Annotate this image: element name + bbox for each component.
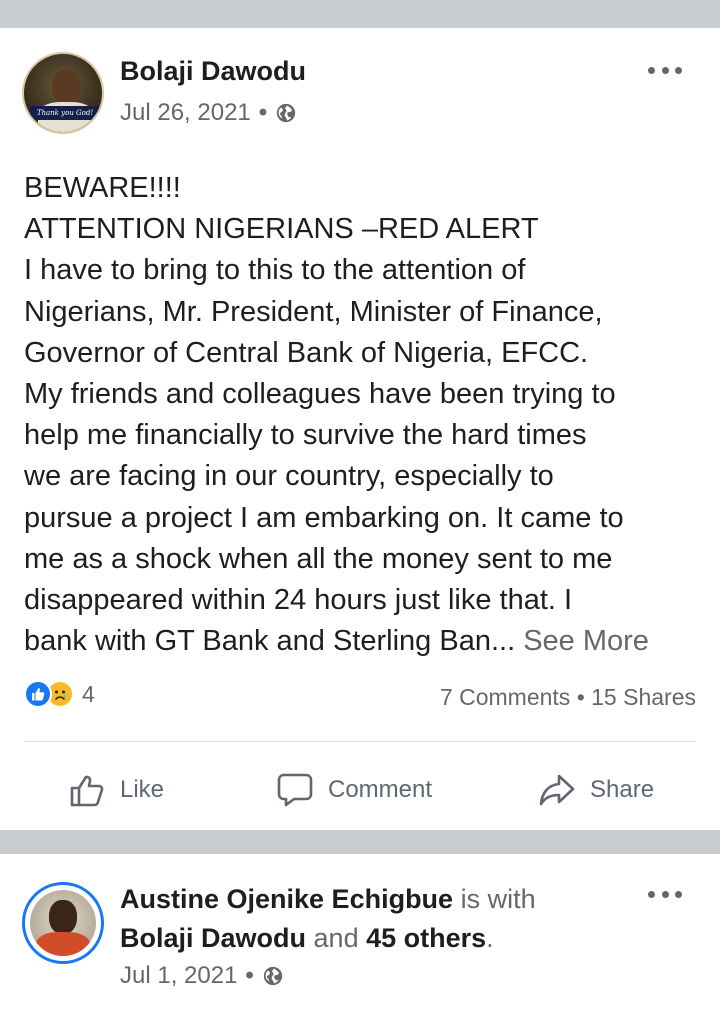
- comment-button[interactable]: Comment: [276, 768, 432, 812]
- post-body-line: disappeared within 24 hours just like th…: [24, 584, 573, 617]
- post-body-line: we are facing in our country, especially…: [24, 460, 554, 493]
- avatar-banner-text: Thank you God!: [30, 106, 100, 120]
- author-avatar[interactable]: [22, 882, 104, 964]
- post-body-line: BEWARE!!!!: [24, 172, 181, 204]
- reactions-summary[interactable]: 4: [24, 680, 95, 708]
- comments-shares-count[interactable]: 7 Comments • 15 Shares: [440, 684, 696, 711]
- post-body-line: help me financially to survive the hard …: [24, 419, 587, 452]
- author-name[interactable]: Bolaji Dawodu: [120, 56, 306, 87]
- post-body-line: pursue a project I am embarking on. It c…: [24, 501, 624, 534]
- post-body-line: I have to bring to this to the attention…: [24, 254, 526, 287]
- globe-icon[interactable]: [275, 102, 297, 124]
- post-body-last-line: bank with GT Bank and Sterling Ban... Se…: [24, 621, 704, 662]
- post-body-truncated: bank with GT Bank and Sterling Ban...: [24, 625, 516, 658]
- like-label: Like: [120, 776, 165, 803]
- avatar-face: [52, 70, 80, 104]
- post-body: BEWARE!!!! ATTENTION NIGERIANS –RED ALER…: [24, 168, 704, 662]
- feed-separator-top: [0, 0, 720, 28]
- globe-icon[interactable]: [262, 965, 284, 987]
- post-meta: Jul 26, 2021 •: [120, 99, 297, 127]
- avatar-shirt: [36, 932, 90, 956]
- author-name[interactable]: Austine Ojenike Echigbue: [120, 884, 453, 914]
- post-body-line: ATTENTION NIGERIANS –RED ALERT: [24, 213, 539, 246]
- avatar-photo: [30, 890, 96, 956]
- more-options-icon[interactable]: [648, 64, 682, 76]
- author-avatar[interactable]: Thank you God!: [22, 52, 104, 134]
- share-label: Share: [590, 776, 655, 803]
- post-body-line: Governor of Central Bank of Nigeria, EFC…: [24, 336, 589, 369]
- meta-separator: •: [258, 99, 268, 126]
- comment-label: Comment: [328, 776, 433, 803]
- comment-bubble-icon: [277, 773, 313, 807]
- period-text: .: [486, 923, 494, 953]
- like-reaction-icon: [24, 680, 52, 708]
- actions-divider: [24, 741, 696, 742]
- post-body-line: me as a shock when all the money sent to…: [24, 542, 613, 575]
- more-options-icon[interactable]: [648, 888, 682, 900]
- post-actions-bar: Like Comment Share: [0, 768, 720, 812]
- thumbs-up-icon: [70, 775, 104, 807]
- is-with-text: is with: [460, 884, 536, 914]
- like-button[interactable]: Like: [68, 768, 164, 812]
- post-body-line: My friends and colleagues have been tryi…: [24, 378, 616, 411]
- share-arrow-icon: [539, 774, 575, 806]
- post-meta: Jul 1, 2021 •: [120, 962, 284, 990]
- avatar-face: [49, 900, 77, 934]
- tagged-others-link[interactable]: 45 others: [366, 923, 486, 953]
- post-date[interactable]: Jul 1, 2021: [120, 962, 237, 990]
- and-text: and: [313, 923, 359, 953]
- reactions-count: 4: [82, 680, 95, 707]
- tagged-friend[interactable]: Bolaji Dawodu: [120, 923, 306, 953]
- see-more-link[interactable]: See More: [523, 625, 649, 657]
- post-date[interactable]: Jul 26, 2021: [120, 99, 251, 127]
- feed-separator: [0, 830, 720, 854]
- post-body-line: Nigerians, Mr. President, Minister of Fi…: [24, 295, 603, 328]
- post-headline: Austine Ojenike Echigbue is with Bolaji D…: [120, 880, 680, 958]
- share-button[interactable]: Share: [538, 768, 654, 812]
- feed-post: Austine Ojenike Echigbue is with Bolaji D…: [0, 854, 720, 1011]
- meta-separator: •: [245, 962, 254, 989]
- feed-post: Thank you God! Bolaji Dawodu Jul 26, 202…: [0, 28, 720, 830]
